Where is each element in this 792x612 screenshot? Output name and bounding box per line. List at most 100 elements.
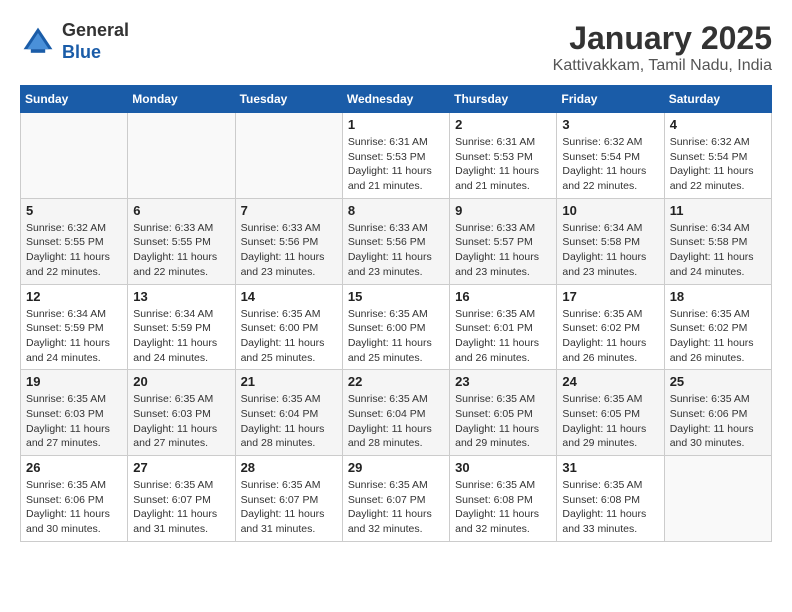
calendar-week-2: 5Sunrise: 6:32 AM Sunset: 5:55 PM Daylig… — [21, 198, 772, 284]
day-number: 7 — [241, 203, 337, 218]
day-info: Sunrise: 6:32 AM Sunset: 5:54 PM Dayligh… — [670, 135, 766, 194]
day-number: 4 — [670, 117, 766, 132]
weekday-header-wednesday: Wednesday — [342, 86, 449, 113]
day-number: 24 — [562, 374, 658, 389]
day-info: Sunrise: 6:32 AM Sunset: 5:54 PM Dayligh… — [562, 135, 658, 194]
weekday-header-monday: Monday — [128, 86, 235, 113]
day-number: 31 — [562, 460, 658, 475]
calendar-body: 1 Sunrise: 6:31 AM Sunset: 5:53 PM Daylig… — [21, 113, 772, 542]
day-number: 19 — [26, 374, 122, 389]
day-number: 15 — [348, 289, 444, 304]
day-info: Sunrise: 6:35 AM Sunset: 6:01 PM Dayligh… — [455, 307, 551, 366]
page-subtitle: Kattivakkam, Tamil Nadu, India — [553, 57, 772, 75]
calendar-week-4: 19 Sunrise: 6:35 AM Sunset: 6:03 PM Dayli… — [21, 370, 772, 456]
day-info: Sunrise: 6:35 AM Sunset: 6:05 PM Dayligh… — [562, 392, 658, 451]
day-info: Sunrise: 6:34 AM Sunset: 5:59 PM Dayligh… — [133, 307, 229, 366]
day-number: 29 — [348, 460, 444, 475]
title-block: January 2025 Kattivakkam, Tamil Nadu, In… — [553, 20, 772, 75]
calendar-header-row: SundayMondayTuesdayWednesdayThursdayFrid… — [21, 86, 772, 113]
calendar-cell: 13 Sunrise: 6:34 AM Sunset: 5:59 PM Dayli… — [128, 284, 235, 370]
day-number: 17 — [562, 289, 658, 304]
day-number: 26 — [26, 460, 122, 475]
calendar-cell: 20 Sunrise: 6:35 AM Sunset: 6:03 PM Dayli… — [128, 370, 235, 456]
day-number: 20 — [133, 374, 229, 389]
day-info: Sunrise: 6:32 AM Sunset: 5:55 PM Dayligh… — [26, 221, 122, 280]
day-info: Sunrise: 6:35 AM Sunset: 6:06 PM Dayligh… — [26, 478, 122, 537]
day-info: Sunrise: 6:35 AM Sunset: 6:04 PM Dayligh… — [348, 392, 444, 451]
weekday-header-thursday: Thursday — [450, 86, 557, 113]
day-info: Sunrise: 6:35 AM Sunset: 6:02 PM Dayligh… — [562, 307, 658, 366]
weekday-header-tuesday: Tuesday — [235, 86, 342, 113]
calendar-cell — [128, 113, 235, 199]
day-info: Sunrise: 6:33 AM Sunset: 5:56 PM Dayligh… — [348, 221, 444, 280]
calendar-cell: 18 Sunrise: 6:35 AM Sunset: 6:02 PM Dayli… — [664, 284, 771, 370]
day-number: 22 — [348, 374, 444, 389]
day-number: 2 — [455, 117, 551, 132]
day-number: 28 — [241, 460, 337, 475]
day-info: Sunrise: 6:35 AM Sunset: 6:03 PM Dayligh… — [133, 392, 229, 451]
calendar-cell: 12 Sunrise: 6:34 AM Sunset: 5:59 PM Dayli… — [21, 284, 128, 370]
calendar-cell: 25Sunrise: 6:35 AM Sunset: 6:06 PM Dayli… — [664, 370, 771, 456]
day-number: 1 — [348, 117, 444, 132]
day-info: Sunrise: 6:31 AM Sunset: 5:53 PM Dayligh… — [348, 135, 444, 194]
day-info: Sunrise: 6:35 AM Sunset: 6:07 PM Dayligh… — [348, 478, 444, 537]
day-number: 14 — [241, 289, 337, 304]
calendar-cell: 21 Sunrise: 6:35 AM Sunset: 6:04 PM Dayli… — [235, 370, 342, 456]
calendar-cell: 16 Sunrise: 6:35 AM Sunset: 6:01 PM Dayli… — [450, 284, 557, 370]
day-number: 27 — [133, 460, 229, 475]
calendar-cell: 5Sunrise: 6:32 AM Sunset: 5:55 PM Daylig… — [21, 198, 128, 284]
calendar-cell: 11Sunrise: 6:34 AM Sunset: 5:58 PM Dayli… — [664, 198, 771, 284]
calendar-cell: 19Sunrise: 6:35 AM Sunset: 6:03 PM Dayli… — [21, 370, 128, 456]
day-info: Sunrise: 6:35 AM Sunset: 6:05 PM Dayligh… — [455, 392, 551, 451]
calendar-cell: 4 Sunrise: 6:32 AM Sunset: 5:54 PM Daylig… — [664, 113, 771, 199]
day-info: Sunrise: 6:35 AM Sunset: 6:08 PM Dayligh… — [455, 478, 551, 537]
day-info: Sunrise: 6:35 AM Sunset: 6:02 PM Dayligh… — [670, 307, 766, 366]
weekday-header-sunday: Sunday — [21, 86, 128, 113]
calendar-cell — [235, 113, 342, 199]
day-info: Sunrise: 6:33 AM Sunset: 5:55 PM Dayligh… — [133, 221, 229, 280]
calendar-cell: 31 Sunrise: 6:35 AM Sunset: 6:08 PM Dayli… — [557, 456, 664, 542]
day-info: Sunrise: 6:35 AM Sunset: 6:04 PM Dayligh… — [241, 392, 337, 451]
weekday-header-friday: Friday — [557, 86, 664, 113]
day-info: Sunrise: 6:35 AM Sunset: 6:07 PM Dayligh… — [241, 478, 337, 537]
calendar-cell: 6 Sunrise: 6:33 AM Sunset: 5:55 PM Daylig… — [128, 198, 235, 284]
day-info: Sunrise: 6:35 AM Sunset: 6:07 PM Dayligh… — [133, 478, 229, 537]
calendar-cell: 15Sunrise: 6:35 AM Sunset: 6:00 PM Dayli… — [342, 284, 449, 370]
calendar-cell: 27 Sunrise: 6:35 AM Sunset: 6:07 PM Dayli… — [128, 456, 235, 542]
day-info: Sunrise: 6:34 AM Sunset: 5:58 PM Dayligh… — [562, 221, 658, 280]
day-info: Sunrise: 6:35 AM Sunset: 6:06 PM Dayligh… — [670, 392, 766, 451]
page-title: January 2025 — [553, 20, 772, 57]
logo: General Blue — [20, 20, 129, 63]
day-number: 6 — [133, 203, 229, 218]
calendar-cell: 28 Sunrise: 6:35 AM Sunset: 6:07 PM Dayli… — [235, 456, 342, 542]
calendar-cell — [664, 456, 771, 542]
day-number: 9 — [455, 203, 551, 218]
calendar-cell — [21, 113, 128, 199]
calendar-cell: 14Sunrise: 6:35 AM Sunset: 6:00 PM Dayli… — [235, 284, 342, 370]
calendar-cell: 26 Sunrise: 6:35 AM Sunset: 6:06 PM Dayli… — [21, 456, 128, 542]
day-number: 18 — [670, 289, 766, 304]
calendar-cell: 24 Sunrise: 6:35 AM Sunset: 6:05 PM Dayli… — [557, 370, 664, 456]
calendar-cell: 10Sunrise: 6:34 AM Sunset: 5:58 PM Dayli… — [557, 198, 664, 284]
logo-text: General Blue — [62, 20, 129, 63]
weekday-header-saturday: Saturday — [664, 86, 771, 113]
calendar-week-3: 12 Sunrise: 6:34 AM Sunset: 5:59 PM Dayli… — [21, 284, 772, 370]
day-number: 11 — [670, 203, 766, 218]
day-number: 3 — [562, 117, 658, 132]
day-info: Sunrise: 6:35 AM Sunset: 6:08 PM Dayligh… — [562, 478, 658, 537]
day-info: Sunrise: 6:33 AM Sunset: 5:56 PM Dayligh… — [241, 221, 337, 280]
calendar-week-5: 26 Sunrise: 6:35 AM Sunset: 6:06 PM Dayli… — [21, 456, 772, 542]
calendar-week-1: 1 Sunrise: 6:31 AM Sunset: 5:53 PM Daylig… — [21, 113, 772, 199]
calendar-cell: 3 Sunrise: 6:32 AM Sunset: 5:54 PM Daylig… — [557, 113, 664, 199]
day-info: Sunrise: 6:34 AM Sunset: 5:59 PM Dayligh… — [26, 307, 122, 366]
calendar-cell: 17 Sunrise: 6:35 AM Sunset: 6:02 PM Dayli… — [557, 284, 664, 370]
calendar-cell: 30Sunrise: 6:35 AM Sunset: 6:08 PM Dayli… — [450, 456, 557, 542]
day-number: 21 — [241, 374, 337, 389]
day-number: 13 — [133, 289, 229, 304]
day-number: 12 — [26, 289, 122, 304]
calendar-cell: 2Sunrise: 6:31 AM Sunset: 5:53 PM Daylig… — [450, 113, 557, 199]
calendar-cell: 9 Sunrise: 6:33 AM Sunset: 5:57 PM Daylig… — [450, 198, 557, 284]
day-number: 16 — [455, 289, 551, 304]
calendar-cell: 7 Sunrise: 6:33 AM Sunset: 5:56 PM Daylig… — [235, 198, 342, 284]
day-info: Sunrise: 6:33 AM Sunset: 5:57 PM Dayligh… — [455, 221, 551, 280]
